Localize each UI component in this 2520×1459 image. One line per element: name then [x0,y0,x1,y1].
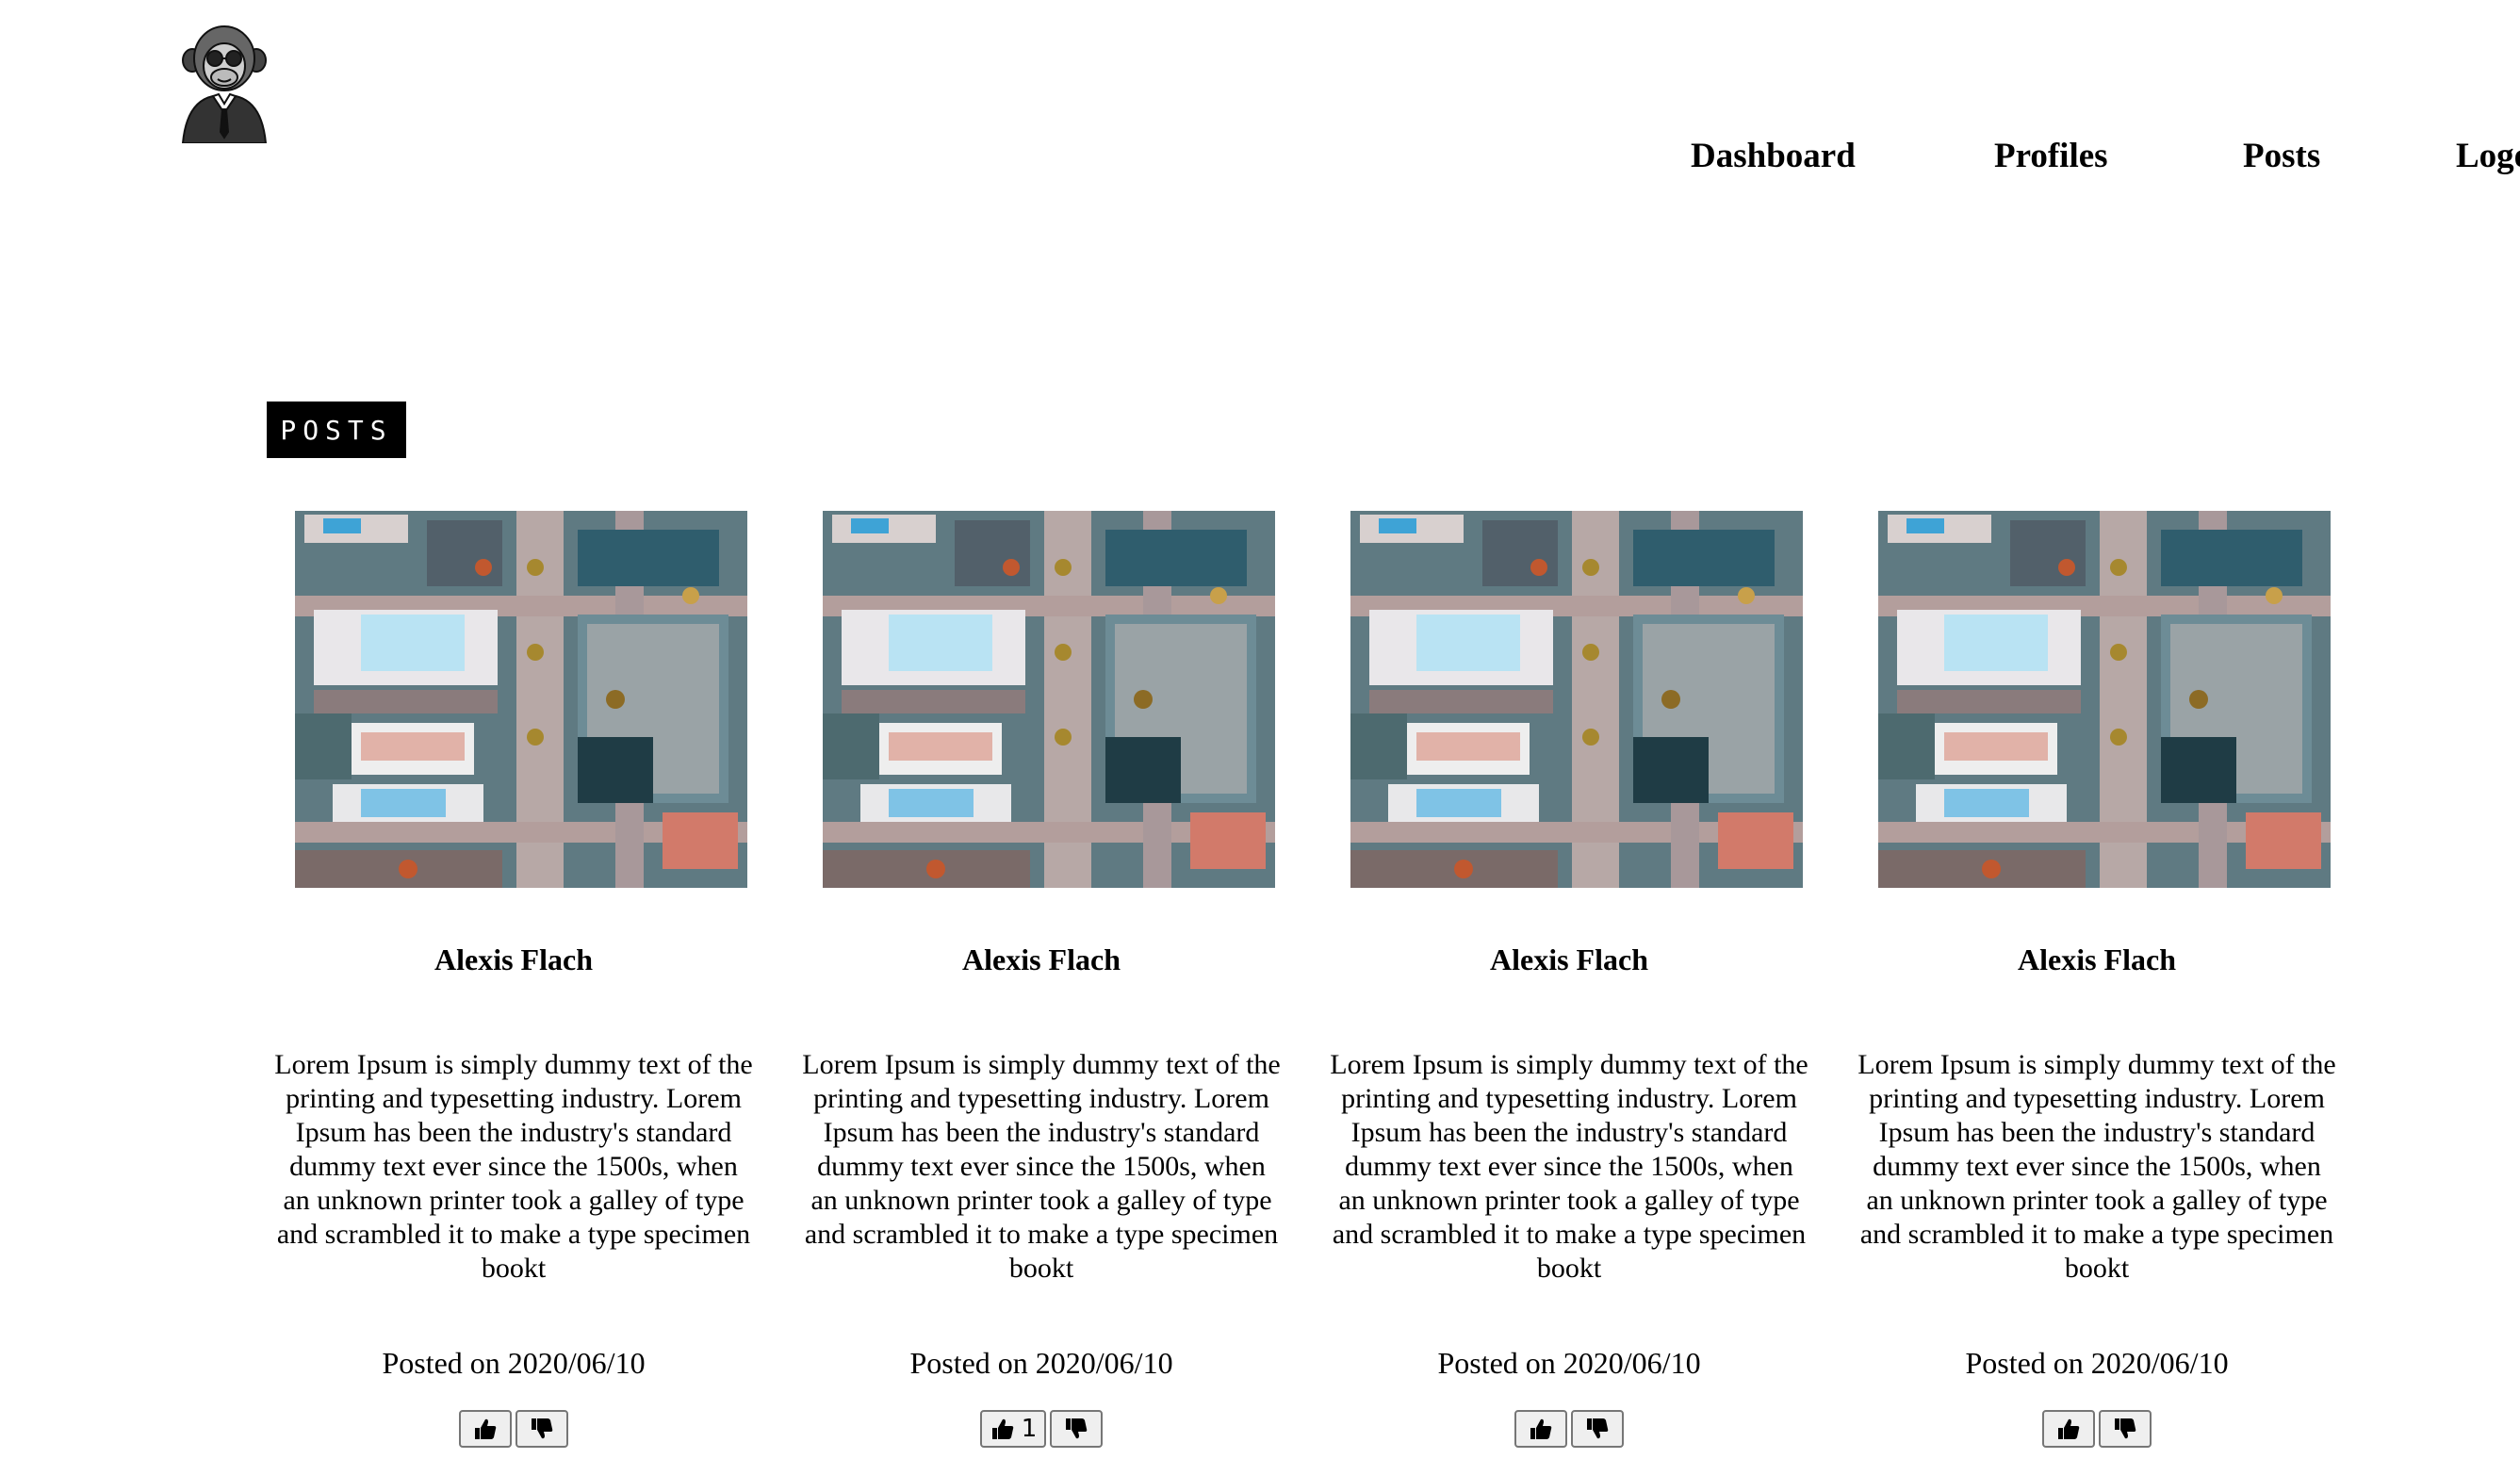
post-author[interactable]: Alexis Flach [801,941,1282,978]
nav-logout-link[interactable]: Logout [2456,130,2520,183]
thumbs-up-icon [2058,1418,2080,1439]
dislike-button[interactable] [515,1410,568,1448]
like-button[interactable] [459,1410,512,1448]
monkey-logo[interactable] [175,23,273,143]
like-button[interactable] [2042,1410,2095,1448]
post-image [295,511,747,888]
post-card: Alexis Flach Lorem Ipsum is simply dummy… [1857,511,2337,1459]
post-date: Posted on 2020/06/10 [1965,1346,2229,1380]
vote-row [1857,1410,2337,1448]
nav-posts-link[interactable]: Posts [2243,130,2320,183]
post-body: Lorem Ipsum is simply dummy text of the … [274,1049,753,1284]
post-body: Lorem Ipsum is simply dummy text of the … [802,1049,1281,1284]
like-button[interactable] [1514,1410,1567,1448]
main-nav: Dashboard Profiles Posts Logout [0,130,2520,183]
dislike-button[interactable] [1050,1410,1104,1448]
post-image [1878,511,2331,888]
post-image [823,511,1275,888]
post-date: Posted on 2020/06/10 [382,1346,646,1380]
thumbs-up-icon [991,1418,1013,1439]
vote-row [273,1410,754,1448]
thumbs-down-icon [532,1418,553,1439]
dislike-button[interactable] [2099,1410,2152,1448]
like-button[interactable]: 1 [979,1410,1047,1448]
dislike-button[interactable] [1571,1410,1624,1448]
thumbs-down-icon [2115,1418,2136,1439]
post-card: Alexis Flach Lorem Ipsum is simply dummy… [1329,511,1809,1459]
vote-row: 1 [801,1410,1282,1448]
post-card: Alexis Flach Lorem Ipsum is simply dummy… [801,511,1282,1459]
post-author[interactable]: Alexis Flach [1857,941,2337,978]
nav-dashboard-link[interactable]: Dashboard [1691,130,1856,183]
vote-row [1329,1410,1809,1448]
posts-section-title: POSTS [267,402,406,458]
thumbs-down-icon [1587,1418,1609,1439]
thumbs-down-icon [1066,1418,1088,1439]
post-body: Lorem Ipsum is simply dummy text of the … [1857,1049,2336,1284]
post-date: Posted on 2020/06/10 [1437,1346,1701,1380]
post-image [1350,511,1803,888]
post-author[interactable]: Alexis Flach [1329,941,1809,978]
like-count: 1 [1021,1415,1038,1443]
thumbs-up-icon [1530,1418,1552,1439]
post-body: Lorem Ipsum is simply dummy text of the … [1330,1049,1808,1284]
post-author[interactable]: Alexis Flach [273,941,754,978]
thumbs-up-icon [475,1418,497,1439]
post-date: Posted on 2020/06/10 [909,1346,1173,1380]
post-card: Alexis Flach Lorem Ipsum is simply dummy… [273,511,754,1459]
nav-profiles-link[interactable]: Profiles [1994,130,2108,183]
